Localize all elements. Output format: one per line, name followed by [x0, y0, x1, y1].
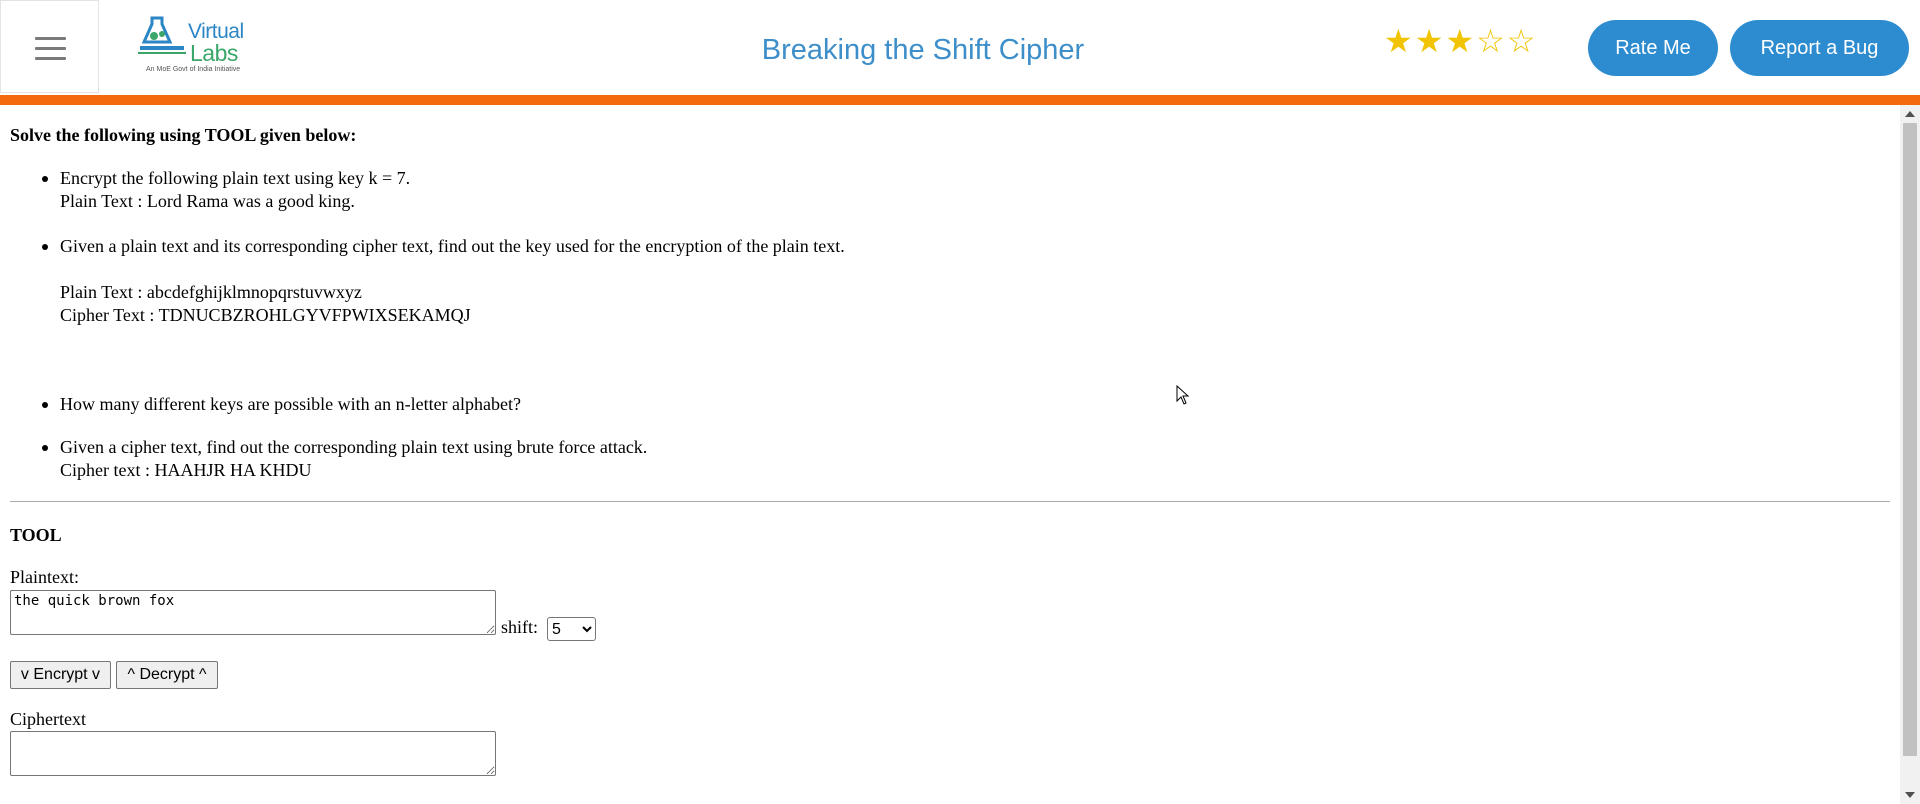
divider	[10, 501, 1890, 502]
star-rating[interactable]: ★ ★ ★ ☆ ☆	[1384, 24, 1535, 58]
star-filled-icon[interactable]: ★	[1415, 24, 1444, 58]
task-item: Encrypt the following plain text using k…	[41, 167, 411, 213]
menu-line	[35, 57, 66, 60]
logo-tagline: An MoE Govt of India Initiative	[146, 66, 241, 73]
page-title: Breaking the Shift Cipher	[761, 34, 1085, 66]
logo-text-labs: Labs	[190, 40, 238, 66]
task-text: Encrypt the following plain text using k…	[60, 168, 411, 188]
star-filled-icon[interactable]: ★	[1445, 24, 1474, 58]
report-bug-button[interactable]: Report a Bug	[1730, 20, 1909, 76]
task-text: Given a cipher text, find out the corres…	[60, 437, 648, 457]
scroll-up-arrow-icon[interactable]	[1905, 111, 1915, 117]
tool-heading: TOOL	[10, 525, 62, 545]
scroll-down-arrow-icon[interactable]	[1905, 792, 1915, 798]
main-content: Solve the following using TOOL given bel…	[10, 105, 1890, 804]
task-item: How many different keys are possible wit…	[41, 393, 522, 416]
task-item: Given a plain text and its corresponding…	[42, 235, 845, 327]
header-accent-bar	[0, 95, 1920, 105]
menu-line	[35, 37, 66, 40]
star-filled-icon[interactable]: ★	[1384, 24, 1413, 58]
top-header: Virtual Labs An MoE Govt of India Initia…	[0, 0, 1920, 95]
encrypt-button[interactable]: v Encrypt v	[10, 661, 111, 689]
flask-icon	[138, 16, 186, 54]
menu-line	[35, 47, 66, 50]
plaintext-input[interactable]: the quick brown fox	[10, 590, 496, 635]
star-empty-icon[interactable]: ☆	[1476, 24, 1505, 58]
instructions-heading: Solve the following using TOOL given bel…	[10, 125, 357, 145]
decrypt-button[interactable]: ^ Decrypt ^	[116, 661, 218, 689]
ciphertext-label: Ciphertext	[10, 709, 86, 729]
task-text: Given a plain text and its corresponding…	[60, 236, 845, 256]
rate-me-button[interactable]: Rate Me	[1588, 20, 1718, 76]
task-detail: Plain Text : abcdefghijklmnopqrstuvwxyz	[60, 282, 362, 302]
task-item: Given a cipher text, find out the corres…	[41, 436, 648, 482]
task-detail: Cipher Text : TDNUCBZROHLGYVFPWIXSEKAMQJ	[60, 305, 471, 325]
virtual-labs-logo[interactable]: Virtual Labs An MoE Govt of India Initia…	[138, 14, 250, 78]
vertical-scrollbar[interactable]	[1900, 105, 1920, 804]
task-detail: Plain Text : Lord Rama was a good king.	[60, 191, 355, 211]
scrollbar-thumb[interactable]	[1903, 123, 1917, 756]
hamburger-menu-button[interactable]	[0, 0, 99, 93]
task-detail: Cipher text : HAAHJR HA KHDU	[60, 460, 312, 480]
ciphertext-output[interactable]	[10, 731, 496, 776]
plaintext-label: Plaintext:	[10, 567, 79, 587]
task-text: How many different keys are possible wit…	[60, 394, 522, 414]
shift-select[interactable]: 5	[547, 617, 596, 641]
shift-label: shift:	[501, 617, 539, 637]
star-empty-icon[interactable]: ☆	[1507, 24, 1536, 58]
